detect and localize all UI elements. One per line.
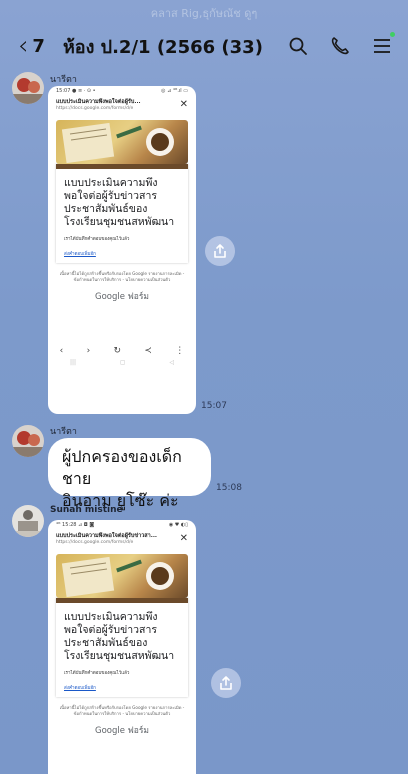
form-title: แบบประเมินความพึงพอใจต่อผู้รับข่าวสารประ… [64, 177, 175, 228]
avatar[interactable] [12, 72, 44, 104]
share-button[interactable] [211, 668, 241, 698]
image-message[interactable]: ⁴ᴳ 15:28 ⊿ ◘ ◙ ◉ ♥ ◐▯ แบบประเมินความพึงพ… [48, 520, 196, 774]
message-text-line: ผู้ปกครองของเด็กชาย [62, 447, 182, 488]
avatar[interactable] [12, 425, 44, 457]
phone-icon[interactable] [328, 34, 352, 58]
shot-url-bar: แบบประเมินความพึงพอใจต่อผู้รับข่าวสา... … [48, 530, 196, 550]
form-disclaimer: เนื้อหานี้ไม่ได้ถูกสร้างขึ้นหรือรับรองโด… [59, 271, 185, 282]
menu-icon[interactable] [370, 34, 394, 58]
home-icon: ▢ [119, 359, 126, 366]
shot-system-nav: ||| ▢ ◁ [48, 359, 196, 369]
unread-count: 7 [32, 35, 45, 57]
form-link: ส่งคำตอบเพิ่มอีก [64, 252, 96, 257]
sender-name: Sunah mistine [50, 505, 123, 515]
close-icon: ✕ [179, 99, 188, 110]
share-icon: ≺ [144, 346, 152, 356]
shot-url: https://docs.google.com/forms/d/e [56, 106, 134, 111]
form-subtitle: เราได้บันทึกคำตอบของคุณไว้แล้ว [64, 237, 130, 242]
chat-screen: คลาส Rig,ธุกัษณัช ดูๆ ‹ 7 ห้อง ป.2/1 (25… [0, 0, 408, 774]
reload-icon: ↻ [113, 346, 122, 356]
form-banner-image [56, 554, 188, 598]
form-card: แบบประเมินความพึงพอใจต่อผู้รับข่าวสารประ… [56, 164, 188, 263]
text-message-bubble[interactable]: ผู้ปกครองของเด็กชาย อินอาม ยูโซ๊ะ ค่ะ [48, 438, 211, 510]
form-title: แบบประเมินความพึงพอใจต่อผู้รับข่าวสารประ… [64, 611, 175, 662]
back-icon: ◁ [169, 359, 175, 366]
share-icon [214, 244, 226, 258]
shot-status-right: ◎ ⊿ ⁴ᴳ.ıl ▭ [161, 88, 188, 94]
shot-url: https://docs.google.com/forms/d/e [56, 540, 134, 545]
share-button[interactable] [205, 236, 235, 266]
shot-status-left: 15:07 ● ≡ · ⊙ • [56, 88, 96, 94]
header-actions [286, 34, 394, 58]
shot-status-left: ⁴ᴳ 15:28 ⊿ ◘ ◙ [56, 522, 95, 528]
back-button[interactable]: ‹ 7 [0, 33, 45, 59]
chevron-left-icon: ‹ [18, 31, 29, 61]
shot-page-title: แบบประเมินความพึงพอใจต่อผู้รับ... [56, 99, 141, 105]
message-time: 15:07 [201, 401, 227, 411]
shot-status-right: ◉ ♥ ◐▯ [168, 522, 188, 528]
close-icon: ✕ [179, 533, 188, 544]
google-forms-brand: Google ฟอร์ม [95, 292, 149, 302]
form-link: ส่งคำตอบเพิ่มอีก [64, 686, 96, 691]
recents-icon: ||| [69, 359, 77, 366]
message-time: 15:08 [216, 483, 242, 493]
shot-status-bar: 15:07 ● ≡ · ⊙ • ◎ ⊿ ⁴ᴳ.ıl ▭ [48, 86, 196, 96]
image-message[interactable]: 15:07 ● ≡ · ⊙ • ◎ ⊿ ⁴ᴳ.ıl ▭ แบบประเมินคว… [48, 86, 196, 414]
form-banner-image [56, 120, 188, 164]
shot-page-title: แบบประเมินความพึงพอใจต่อผู้รับข่าวสา... [56, 533, 158, 539]
chevron-left-icon: ‹ [59, 346, 64, 356]
sender-name: นารีตา [50, 427, 77, 437]
shot-status-bar: ⁴ᴳ 15:28 ⊿ ◘ ◙ ◉ ♥ ◐▯ [48, 520, 196, 530]
chat-title: ห้อง ป.2/1 (2566 (33) [62, 36, 263, 58]
shot-browser-nav: ‹ › ↻ ≺ ⋮ [48, 343, 196, 359]
google-forms-brand: Google ฟอร์ม [95, 726, 149, 736]
avatar[interactable] [12, 505, 44, 537]
search-icon[interactable] [286, 34, 310, 58]
more-icon: ⋮ [175, 346, 185, 356]
form-disclaimer: เนื้อหานี้ไม่ได้ถูกสร้างขึ้นหรือรับรองโด… [59, 705, 185, 716]
shot-url-bar: แบบประเมินความพึงพอใจต่อผู้รับ... https:… [48, 96, 196, 116]
faded-top-text: คลาส Rig,ธุกัษณัช ดูๆ [150, 7, 258, 20]
form-subtitle: เราได้บันทึกคำตอบของคุณไว้แล้ว [64, 671, 130, 676]
chat-header: ‹ 7 ห้อง ป.2/1 (2566 (33) [0, 24, 408, 68]
sender-name: นารีตา [50, 75, 77, 85]
form-card: แบบประเมินความพึงพอใจต่อผู้รับข่าวสารประ… [56, 598, 188, 697]
chevron-right-icon: › [86, 346, 91, 356]
notification-dot [390, 32, 395, 37]
share-icon [220, 676, 232, 690]
